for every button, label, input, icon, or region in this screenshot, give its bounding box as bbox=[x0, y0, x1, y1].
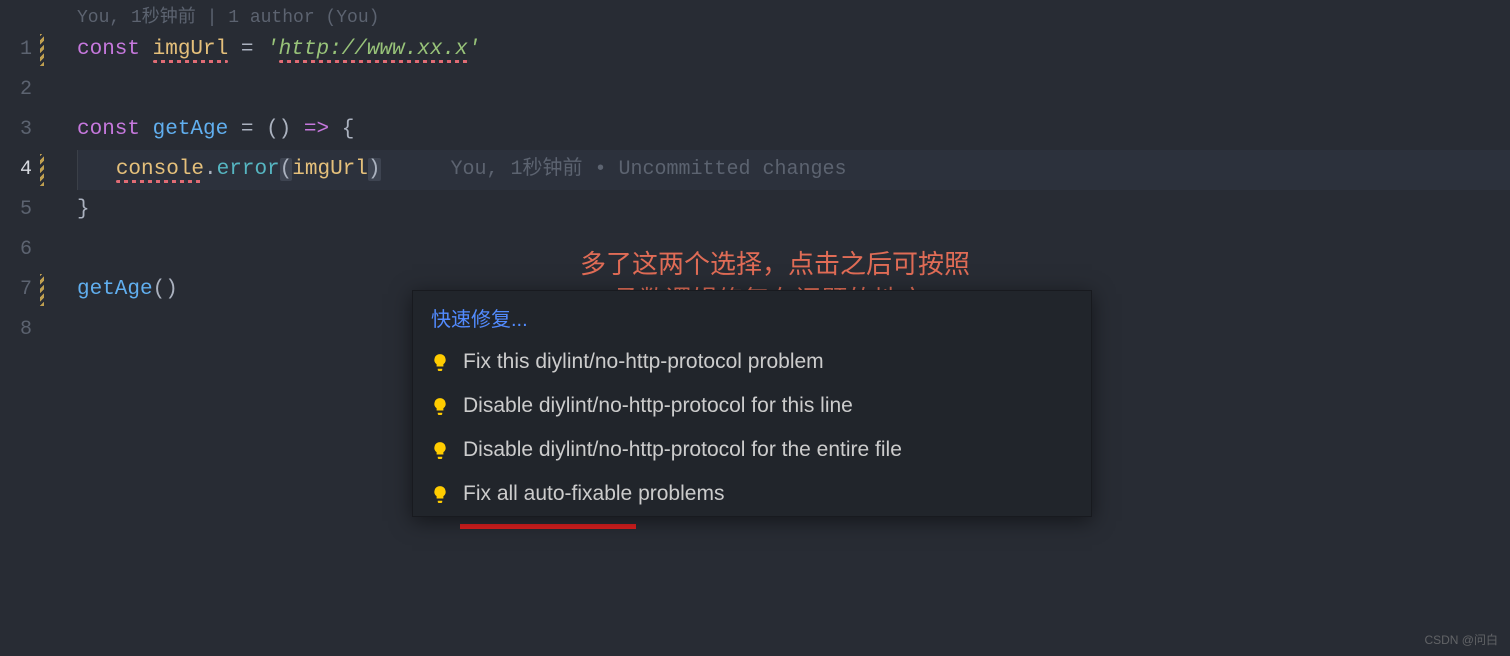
quickfix-item-label: Disable diylint/no-http-protocol for the… bbox=[463, 438, 902, 462]
line-number-gutter: 1 2 3 4 5 6 7 8 bbox=[0, 0, 40, 656]
quickfix-menu: 快速修复... Fix this diylint/no-http-protoco… bbox=[412, 290, 1092, 517]
git-blame-inline: You, 1秒钟前 • Uncommitted changes bbox=[451, 158, 847, 181]
code-line[interactable]: const getAge = () => { bbox=[77, 110, 1510, 150]
modification-marks bbox=[40, 0, 52, 656]
quickfix-item-fix-all[interactable]: Fix all auto-fixable problems bbox=[413, 472, 1091, 516]
code-line-active[interactable]: console.error(imgUrl)You, 1秒钟前 • Uncommi… bbox=[77, 150, 1510, 190]
quickfix-item-label: Fix this diylint/no-http-protocol proble… bbox=[463, 350, 824, 374]
annotation-underline bbox=[460, 524, 636, 529]
line-number: 7 bbox=[0, 270, 32, 310]
code-line[interactable]: const imgUrl = 'http://www.xx.x' bbox=[77, 30, 1510, 70]
line-number: 5 bbox=[0, 190, 32, 230]
codelens-text[interactable]: You, 1秒钟前 | 1 author (You) bbox=[77, 2, 379, 28]
line-number: 3 bbox=[0, 110, 32, 150]
quickfix-item-disable-line[interactable]: Disable diylint/no-http-protocol for thi… bbox=[413, 384, 1091, 428]
line-number: 2 bbox=[0, 70, 32, 110]
lightbulb-icon bbox=[431, 397, 449, 415]
quickfix-item-fix-this[interactable]: Fix this diylint/no-http-protocol proble… bbox=[413, 340, 1091, 384]
quickfix-item-label: Disable diylint/no-http-protocol for thi… bbox=[463, 394, 853, 418]
watermark: CSDN @问白 bbox=[1424, 631, 1498, 648]
line-number: 4 bbox=[0, 150, 32, 190]
lightbulb-icon bbox=[431, 485, 449, 503]
line-number: 6 bbox=[0, 230, 32, 270]
code-line[interactable] bbox=[77, 70, 1510, 110]
code-line[interactable]: } bbox=[77, 190, 1510, 230]
quickfix-item-disable-file[interactable]: Disable diylint/no-http-protocol for the… bbox=[413, 428, 1091, 472]
lightbulb-icon bbox=[431, 441, 449, 459]
quickfix-header: 快速修复... bbox=[413, 291, 1091, 340]
line-number: 1 bbox=[0, 30, 32, 70]
line-number: 8 bbox=[0, 310, 32, 350]
lightbulb-icon bbox=[431, 353, 449, 371]
quickfix-item-label: Fix all auto-fixable problems bbox=[463, 482, 724, 506]
